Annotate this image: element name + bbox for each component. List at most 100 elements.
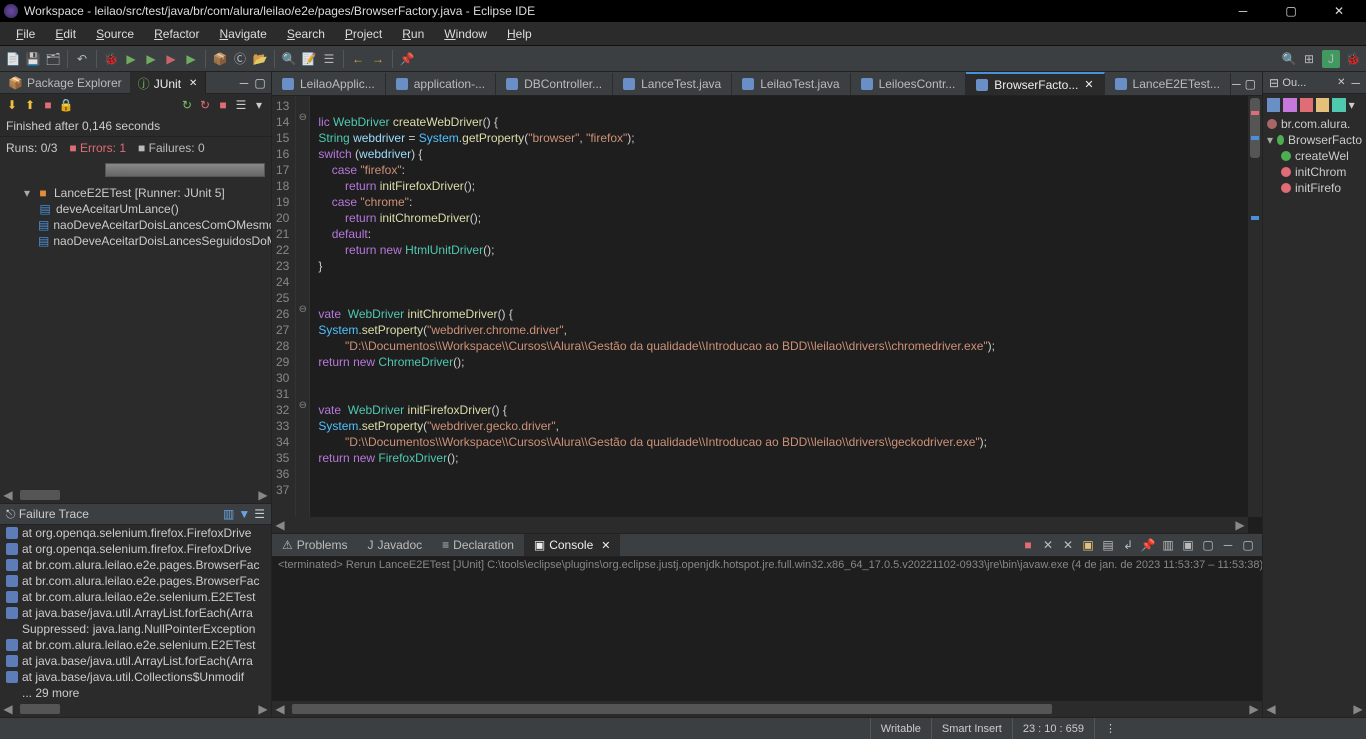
search-icon[interactable]: 🔍 xyxy=(280,50,298,68)
editor-tab[interactable]: LeiloesContr... xyxy=(851,73,967,95)
editor-tab[interactable]: LeilaoApplic... xyxy=(272,73,386,95)
trace-hscroll[interactable]: ◀▶ xyxy=(0,701,271,717)
junit-test-root[interactable]: ▾ ■ LanceE2ETest [Runner: JUnit 5] xyxy=(2,185,269,201)
outline-tree[interactable]: br.com.alura. ▾ BrowserFacto createWel i… xyxy=(1263,116,1366,701)
hide-static-icon[interactable] xyxy=(1300,98,1313,112)
trace-line[interactable]: ... 29 more xyxy=(0,685,271,701)
junit-test-item[interactable]: ▤deveAceitarUmLance() xyxy=(2,201,269,217)
min-icon[interactable]: ─ xyxy=(1220,537,1236,553)
minimize-view-icon[interactable]: ─ xyxy=(237,76,251,90)
status-menu-icon[interactable]: ⋮ xyxy=(1094,718,1126,739)
next-failure-icon[interactable]: ⬇ xyxy=(4,97,20,113)
junit-hscroll[interactable]: ◀▶ xyxy=(0,487,271,503)
editor-tab[interactable]: DBController... xyxy=(496,73,613,95)
menu-search[interactable]: Search xyxy=(277,24,335,44)
outline-package[interactable]: br.com.alura. xyxy=(1263,116,1366,132)
menu-source[interactable]: Source xyxy=(86,24,144,44)
menu-file[interactable]: File xyxy=(6,24,45,44)
menu-edit[interactable]: Edit xyxy=(45,24,86,44)
hide-nonpublic-icon[interactable] xyxy=(1316,98,1329,112)
run-icon[interactable]: ▶ xyxy=(122,50,140,68)
trace-line[interactable]: at br.com.alura.leilao.e2e.pages.Browser… xyxy=(0,557,271,573)
menu-help[interactable]: Help xyxy=(497,24,542,44)
maximize-view-icon[interactable]: ▢ xyxy=(253,76,267,90)
editor-vscroll[interactable] xyxy=(1248,96,1262,517)
debug-icon[interactable]: 🐞 xyxy=(102,50,120,68)
close-icon[interactable]: ✕ xyxy=(1084,78,1093,91)
open-console-icon[interactable]: ▣ xyxy=(1180,537,1196,553)
editor-tab[interactable]: LanceTest.java xyxy=(613,73,732,95)
task-icon[interactable]: ☰ xyxy=(320,50,338,68)
rerun-failed-icon[interactable]: ↻ xyxy=(197,97,213,113)
tab-junit[interactable]: ⓙ JUnit ✕ xyxy=(130,72,207,95)
menu-project[interactable]: Project xyxy=(335,24,392,44)
code-editor[interactable]: 1314151617181920212223242526272829303132… xyxy=(272,96,1262,533)
failures-only-icon[interactable]: ■ xyxy=(40,97,56,113)
editor-tab[interactable]: BrowserFacto...✕ xyxy=(966,72,1104,96)
tab-package-explorer[interactable]: 📦 Package Explorer xyxy=(0,73,130,93)
close-icon[interactable]: ✕ xyxy=(601,539,610,552)
quick-access-icon[interactable]: 🔍 xyxy=(1280,50,1298,68)
pin-icon[interactable]: 📌 xyxy=(1140,537,1156,553)
code-area[interactable]: lic WebDriver createWebDriver() {String … xyxy=(310,96,995,533)
max-icon[interactable]: ▢ xyxy=(1240,537,1256,553)
outline-hscroll[interactable]: ◀▶ xyxy=(1263,701,1366,717)
clear-icon[interactable]: ▣ xyxy=(1080,537,1096,553)
chevron-down-icon[interactable]: ▾ xyxy=(1267,133,1273,147)
bottom-tab-console[interactable]: ▣Console✕ xyxy=(524,534,621,556)
trace-line[interactable]: Suppressed: java.lang.NullPointerExcepti… xyxy=(0,621,271,637)
minimize-view-icon[interactable]: ─ xyxy=(1351,76,1360,90)
scroll-lock-icon[interactable]: ▤ xyxy=(1100,537,1116,553)
hide-local-icon[interactable] xyxy=(1332,98,1345,112)
bottom-tab-problems[interactable]: ⚠Problems xyxy=(272,534,357,556)
open-type-icon[interactable]: 📂 xyxy=(251,50,269,68)
stop-icon[interactable]: ■ xyxy=(215,97,231,113)
nav-back-icon[interactable]: ← xyxy=(349,50,367,68)
sort-icon[interactable] xyxy=(1267,98,1280,112)
outline-method[interactable]: initChrom xyxy=(1263,164,1366,180)
undo-icon[interactable]: ↶ xyxy=(73,50,91,68)
compare-icon[interactable]: ▥ xyxy=(223,507,234,521)
trace-line[interactable]: at java.base/java.util.ArrayList.forEach… xyxy=(0,605,271,621)
trace-line[interactable]: at org.openqa.selenium.firefox.FirefoxDr… xyxy=(0,541,271,557)
hide-fields-icon[interactable] xyxy=(1283,98,1296,112)
rerun-icon[interactable]: ↻ xyxy=(179,97,195,113)
new-package-icon[interactable]: 📦 xyxy=(211,50,229,68)
junit-test-item[interactable]: ▤naoDeveAceitarDoisLancesComOMesmo xyxy=(2,217,269,233)
trace-line[interactable]: at br.com.alura.leilao.e2e.selenium.E2ET… xyxy=(0,637,271,653)
remove-all-icon[interactable]: ✕ xyxy=(1060,537,1076,553)
prev-failure-icon[interactable]: ⬆ xyxy=(22,97,38,113)
minimize-view-icon[interactable]: ─ xyxy=(1232,77,1241,91)
history-icon[interactable]: ☰ xyxy=(233,97,249,113)
menu-window[interactable]: Window xyxy=(434,24,497,44)
maximize-view-icon[interactable]: ▢ xyxy=(1245,77,1256,91)
junit-tree[interactable]: ▾ ■ LanceE2ETest [Runner: JUnit 5] ▤deve… xyxy=(0,183,271,487)
copy-trace-icon[interactable]: ☰ xyxy=(254,507,265,521)
remove-icon[interactable]: ✕ xyxy=(1040,537,1056,553)
trace-line[interactable]: at br.com.alura.leilao.e2e.pages.Browser… xyxy=(0,573,271,589)
editor-tab[interactable]: LanceE2ETest... xyxy=(1105,73,1231,95)
menu-icon[interactable]: ▾ xyxy=(251,97,267,113)
java-perspective-icon[interactable]: J xyxy=(1322,50,1340,68)
save-all-icon[interactable]: 🗂 xyxy=(44,50,62,68)
scroll-lock-icon[interactable]: 🔒 xyxy=(58,97,74,113)
menu-refactor[interactable]: Refactor xyxy=(144,24,209,44)
outline-method[interactable]: initFirefo xyxy=(1263,180,1366,196)
close-button[interactable]: ✕ xyxy=(1316,0,1362,22)
close-icon[interactable]: ✕ xyxy=(189,78,197,89)
outline-class[interactable]: ▾ BrowserFacto xyxy=(1263,132,1366,148)
maximize-button[interactable]: ▢ xyxy=(1268,0,1314,22)
display-icon[interactable]: ▥ xyxy=(1160,537,1176,553)
chevron-down-icon[interactable]: ▾ xyxy=(22,186,32,200)
folding-gutter[interactable]: ⊖⊖⊖ xyxy=(296,96,310,533)
save-icon[interactable]: 💾 xyxy=(24,50,42,68)
terminate-icon[interactable]: ■ xyxy=(1020,537,1036,553)
nav-fwd-icon[interactable]: → xyxy=(369,50,387,68)
minimize-button[interactable]: ─ xyxy=(1220,0,1266,22)
editor-tab[interactable]: LeilaoTest.java xyxy=(732,73,850,95)
menu-navigate[interactable]: Navigate xyxy=(209,24,276,44)
new-console-icon[interactable]: ▢ xyxy=(1200,537,1216,553)
failure-trace[interactable]: at org.openqa.selenium.firefox.FirefoxDr… xyxy=(0,525,271,701)
bottom-tab-javadoc[interactable]: JJavadoc xyxy=(357,534,432,556)
trace-line[interactable]: at java.base/java.util.ArrayList.forEach… xyxy=(0,653,271,669)
